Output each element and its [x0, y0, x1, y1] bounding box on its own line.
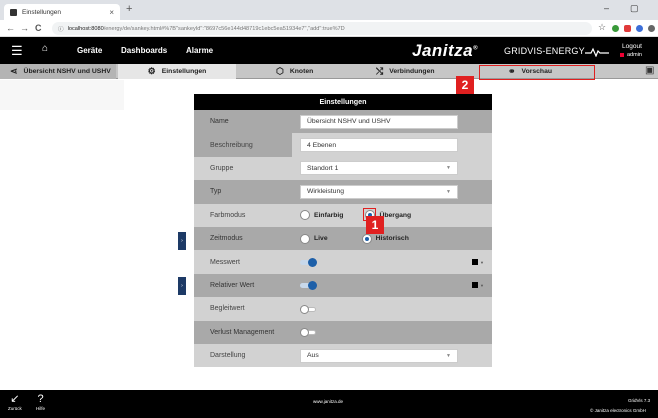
tab-settings[interactable]: ⚙ Einstellungen — [118, 64, 236, 79]
row-type: Typ Wirkleistung ▼ — [194, 180, 492, 204]
row-measured: Messwert ▼ — [194, 250, 492, 274]
row-loss: Verlust Management — [194, 320, 492, 344]
back-to-overview-button[interactable]: ⋖ Übersicht NSHV und USHV — [0, 64, 116, 79]
measured-color-picker[interactable]: ▼ — [466, 250, 492, 274]
extension-icon[interactable] — [624, 25, 631, 32]
row-description: Beschreibung 4 Ebenen — [194, 133, 492, 157]
radio-einfarbig[interactable]: Einfarbig — [300, 210, 343, 221]
nav-geraete[interactable]: Geräte — [77, 46, 102, 55]
browser-tab-bar: Einstellungen × + – ▢ — [0, 0, 658, 20]
row-relative: Relativer Wert ▼ — [194, 273, 492, 298]
callout-badge-2: 2 — [456, 76, 474, 94]
reload-button[interactable]: C — [35, 23, 42, 33]
url-input[interactable]: ⓘ localhost:8080/energy/de/sankey.html#%… — [52, 22, 592, 35]
loss-toggle[interactable] — [300, 328, 318, 338]
panel-title: Einstellungen — [194, 94, 492, 110]
bookmark-star-icon[interactable]: ☆ — [598, 22, 606, 33]
radio-live[interactable]: Live — [300, 233, 328, 244]
tab-connections[interactable]: ⤭ Verbindungen — [376, 64, 456, 79]
reference-label: Begleitwert — [194, 297, 292, 321]
nav-dashboards[interactable]: Dashboards — [121, 46, 167, 55]
display-label: Darstellung — [194, 343, 292, 368]
measured-toggle[interactable] — [300, 258, 318, 268]
url-host: localhost:8080 — [67, 25, 104, 32]
description-input[interactable]: 4 Ebenen — [300, 138, 458, 153]
footer-version: GridVis 7.3 — [628, 398, 651, 403]
row-display: Darstellung Aus ▼ — [194, 343, 492, 368]
nav-alarme[interactable]: Alarme — [186, 46, 213, 55]
tab-title: Einstellungen — [22, 8, 62, 16]
url-path: /energy/de/sankey.html#%7B"sankeyId":"86… — [103, 25, 345, 32]
relative-color-picker[interactable]: ▼ — [466, 273, 492, 298]
home-icon[interactable]: ⌂ — [42, 43, 48, 54]
brand-logo: Janitza® — [412, 41, 479, 60]
relative-toggle[interactable] — [300, 281, 318, 291]
measured-label: Messwert — [194, 250, 292, 274]
type-select[interactable]: Wirkleistung ▼ — [300, 184, 458, 199]
app-footer: ↙ Zurück ? Hilfe www.janitza.de GridVis 7.… — [0, 390, 658, 418]
chevron-down-icon: ▼ — [446, 165, 451, 172]
share-icon: ⋖ — [10, 66, 18, 76]
row-color-mode: Farbmodus Einfarbig Übergang — [194, 203, 492, 227]
chevron-down-icon: ▼ — [446, 352, 451, 359]
reference-toggle[interactable] — [300, 304, 318, 314]
product-name: GRIDVIS-ENERGY — [504, 46, 609, 58]
settings-panel: Einstellungen Name Übersicht NSHV und US… — [194, 94, 492, 368]
extension-icon[interactable] — [612, 25, 619, 32]
back-arrow-icon: ↙ — [10, 393, 20, 405]
description-label: Beschreibung — [194, 133, 292, 157]
user-status-icon — [620, 53, 624, 57]
tab-close-icon[interactable]: × — [109, 8, 114, 17]
help-icon: ? — [37, 393, 44, 405]
profile-icon[interactable] — [648, 25, 655, 32]
name-input[interactable]: Übersicht NSHV und USHV — [300, 114, 458, 129]
minimize-button[interactable]: – — [604, 3, 609, 13]
favicon-icon — [10, 8, 17, 16]
display-select[interactable]: Aus ▼ — [300, 348, 458, 363]
footer-copyright: © Janitza electronics GmbH — [590, 408, 646, 413]
footer-back-button[interactable]: ↙ Zurück — [8, 393, 22, 411]
gear-icon: ⚙ — [147, 66, 156, 76]
forward-button[interactable]: → — [20, 23, 29, 33]
chevron-down-icon: ▼ — [446, 188, 451, 195]
type-label: Typ — [194, 180, 292, 204]
sidebar-toggle[interactable]: › — [178, 232, 186, 250]
preview-highlight-frame — [479, 65, 595, 80]
logout-link[interactable]: Logout — [622, 43, 642, 50]
menu-icon[interactable]: ☰ — [11, 43, 23, 59]
color-mode-label: Farbmodus — [194, 203, 292, 227]
browser-tab[interactable]: Einstellungen × — [4, 4, 120, 20]
extension-icon[interactable] — [636, 25, 643, 32]
footer-website[interactable]: www.janitza.de — [313, 399, 343, 404]
callout-badge-1: 1 — [366, 216, 384, 234]
left-panel — [0, 80, 124, 110]
node-icon: ⬡ — [276, 66, 284, 76]
connections-icon: ⤭ — [376, 66, 384, 76]
row-group: Gruppe Standort 1 ▼ — [194, 156, 492, 181]
tab-nodes[interactable]: ⬡ Knoten — [276, 64, 336, 79]
radio-historisch[interactable]: Historisch — [361, 233, 409, 244]
sidebar-toggle[interactable]: › — [178, 277, 186, 295]
address-bar: ← → C ⓘ localhost:8080/energy/de/sankey.… — [0, 20, 658, 37]
save-icon[interactable]: ▣ — [645, 65, 654, 76]
relative-label: Relativer Wert — [194, 273, 292, 298]
footer-help-button[interactable]: ? Hilfe — [36, 393, 45, 411]
name-label: Name — [194, 110, 292, 134]
group-select[interactable]: Standort 1 ▼ — [300, 161, 458, 176]
user-badge: admin — [620, 52, 642, 58]
time-mode-label: Zeitmodus — [194, 226, 292, 251]
maximize-button[interactable]: ▢ — [630, 3, 639, 14]
row-time-mode: Zeitmodus Live Historisch — [194, 226, 492, 251]
row-name: Name Übersicht NSHV und USHV — [194, 110, 492, 134]
row-reference: Begleitwert — [194, 297, 492, 321]
back-button[interactable]: ← — [6, 23, 15, 33]
pulse-icon — [584, 47, 609, 58]
app-header: ☰ ⌂ Geräte Dashboards Alarme Janitza® GR… — [0, 37, 658, 64]
group-label: Gruppe — [194, 156, 292, 181]
loss-label: Verlust Management — [194, 320, 292, 344]
new-tab-button[interactable]: + — [126, 3, 132, 15]
